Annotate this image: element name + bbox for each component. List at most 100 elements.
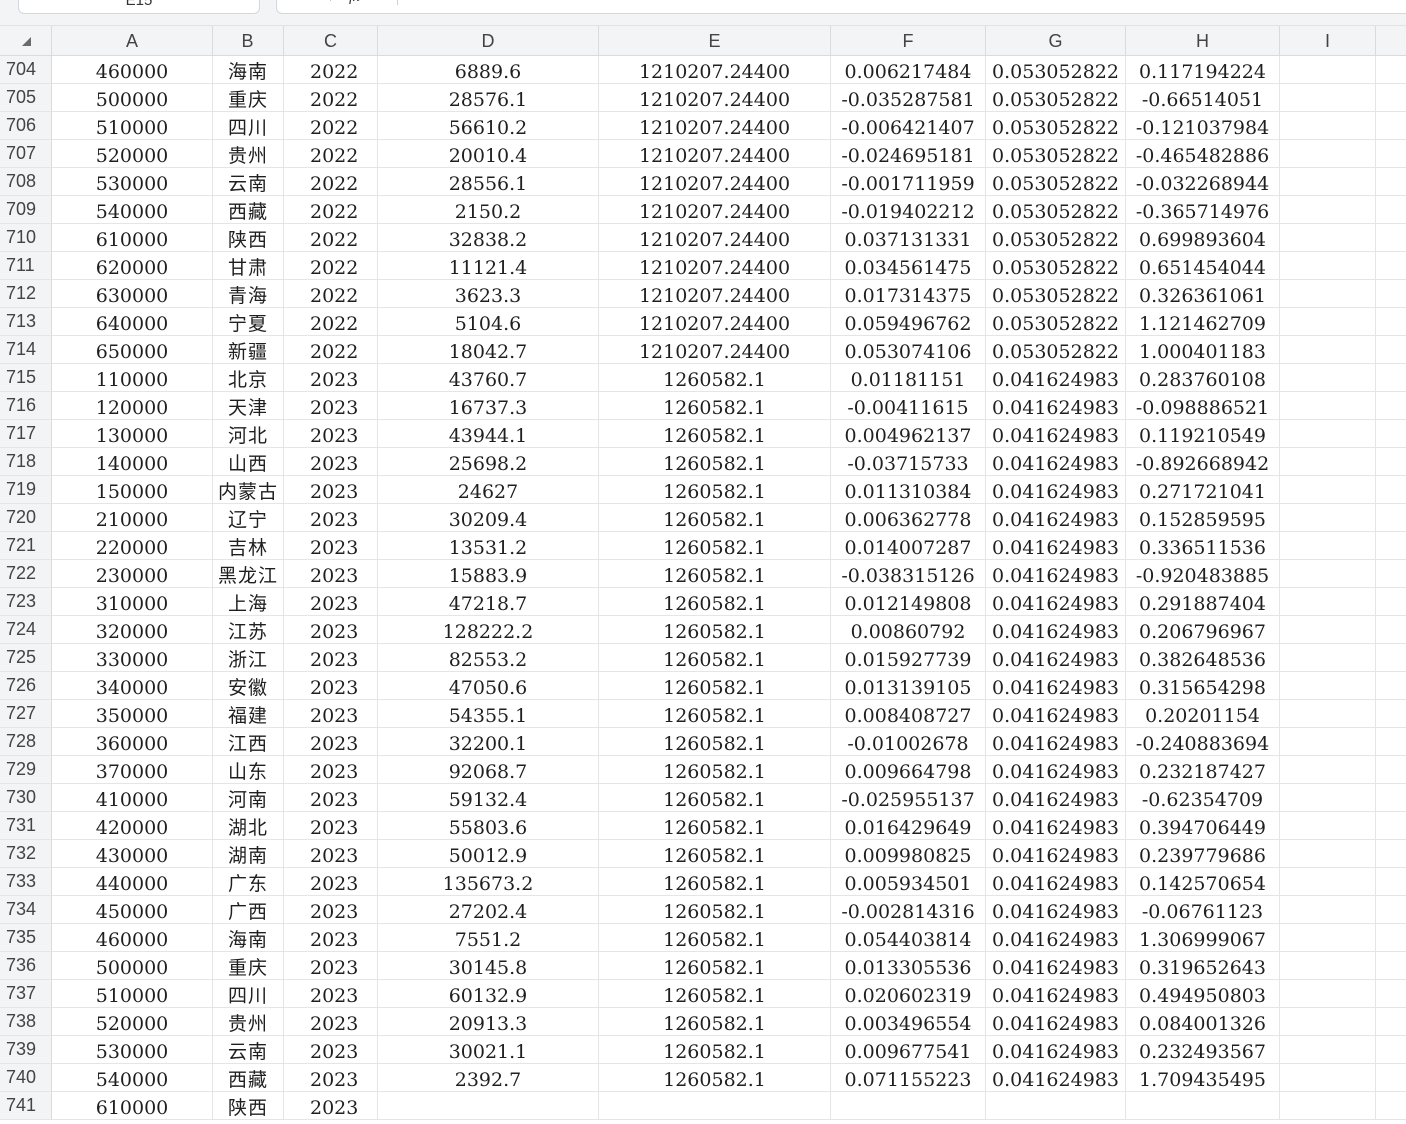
cell-g[interactable]: 0.041624983: [986, 700, 1126, 728]
cell-d[interactable]: 55803.6: [378, 812, 599, 840]
cell-c[interactable]: 2023: [284, 952, 378, 980]
cell-c[interactable]: 2023: [284, 840, 378, 868]
row-header[interactable]: 707: [0, 140, 52, 168]
cell-i[interactable]: [1280, 448, 1376, 476]
cell-a[interactable]: 450000: [52, 896, 213, 924]
cell-j[interactable]: [1376, 1008, 1406, 1036]
cell-b[interactable]: 浙江: [213, 644, 284, 672]
cell-f[interactable]: -0.03715733: [831, 448, 986, 476]
cell-f[interactable]: -0.00411615: [831, 392, 986, 420]
cell-f[interactable]: 0.054403814: [831, 924, 986, 952]
cell-j[interactable]: [1376, 532, 1406, 560]
cell-h[interactable]: -0.365714976: [1126, 196, 1280, 224]
cell-g[interactable]: 0.041624983: [986, 1064, 1126, 1092]
column-header-g[interactable]: G: [986, 26, 1126, 55]
cell-i[interactable]: [1280, 588, 1376, 616]
cell-c[interactable]: 2022: [284, 112, 378, 140]
cell-d[interactable]: 15883.9: [378, 560, 599, 588]
row-header[interactable]: 728: [0, 728, 52, 756]
row-header[interactable]: 712: [0, 280, 52, 308]
select-all-corner[interactable]: [0, 26, 52, 55]
cell-e[interactable]: 1210207.24400: [599, 252, 831, 280]
column-header-h[interactable]: H: [1126, 26, 1280, 55]
cell-d[interactable]: 5104.6: [378, 308, 599, 336]
row-header[interactable]: 719: [0, 476, 52, 504]
cell-g[interactable]: 0.041624983: [986, 364, 1126, 392]
cell-i[interactable]: [1280, 924, 1376, 952]
cell-e[interactable]: 1210207.24400: [599, 308, 831, 336]
cell-i[interactable]: [1280, 840, 1376, 868]
cell-i[interactable]: [1280, 196, 1376, 224]
cell-e[interactable]: 1260582.1: [599, 952, 831, 980]
cell-b[interactable]: 湖北: [213, 812, 284, 840]
cell-h[interactable]: -0.465482886: [1126, 140, 1280, 168]
cell-c[interactable]: 2023: [284, 924, 378, 952]
row-header[interactable]: 721: [0, 532, 52, 560]
row-header[interactable]: 708: [0, 168, 52, 196]
cell-b[interactable]: 海南: [213, 56, 284, 84]
cell-d[interactable]: 24627: [378, 476, 599, 504]
column-header-b[interactable]: B: [213, 26, 284, 55]
cell-a[interactable]: 510000: [52, 112, 213, 140]
cell-h[interactable]: -0.240883694: [1126, 728, 1280, 756]
cell-h[interactable]: -0.62354709: [1126, 784, 1280, 812]
cell-j[interactable]: [1376, 700, 1406, 728]
cell-d[interactable]: 43760.7: [378, 364, 599, 392]
cell-f[interactable]: 0.020602319: [831, 980, 986, 1008]
cell-j[interactable]: [1376, 476, 1406, 504]
cell-j[interactable]: [1376, 868, 1406, 896]
cell-j[interactable]: [1376, 616, 1406, 644]
cell-e[interactable]: 1260582.1: [599, 840, 831, 868]
cell-a[interactable]: 330000: [52, 644, 213, 672]
row-header[interactable]: 722: [0, 560, 52, 588]
cell-f[interactable]: [831, 1092, 986, 1120]
cell-e[interactable]: 1210207.24400: [599, 224, 831, 252]
cell-h[interactable]: 0.119210549: [1126, 420, 1280, 448]
cell-h[interactable]: 0.336511536: [1126, 532, 1280, 560]
cell-a[interactable]: 150000: [52, 476, 213, 504]
row-header[interactable]: 735: [0, 924, 52, 952]
cell-h[interactable]: 0.291887404: [1126, 588, 1280, 616]
cell-b[interactable]: 安徽: [213, 672, 284, 700]
cell-f[interactable]: 0.014007287: [831, 532, 986, 560]
cell-h[interactable]: 0.142570654: [1126, 868, 1280, 896]
cell-b[interactable]: 内蒙古: [213, 476, 284, 504]
column-header-d[interactable]: D: [378, 26, 599, 55]
cell-b[interactable]: 广东: [213, 868, 284, 896]
cell-c[interactable]: 2023: [284, 364, 378, 392]
cell-e[interactable]: [599, 1092, 831, 1120]
row-header[interactable]: 704: [0, 56, 52, 84]
cell-d[interactable]: 54355.1: [378, 700, 599, 728]
cell-e[interactable]: 1260582.1: [599, 896, 831, 924]
cell-i[interactable]: [1280, 560, 1376, 588]
cell-c[interactable]: 2023: [284, 588, 378, 616]
cell-i[interactable]: [1280, 1064, 1376, 1092]
cell-f[interactable]: 0.071155223: [831, 1064, 986, 1092]
cell-a[interactable]: 440000: [52, 868, 213, 896]
row-header[interactable]: 738: [0, 1008, 52, 1036]
cell-i[interactable]: [1280, 280, 1376, 308]
cell-f[interactable]: -0.006421407: [831, 112, 986, 140]
cell-a[interactable]: 320000: [52, 616, 213, 644]
cell-g[interactable]: 0.053052822: [986, 336, 1126, 364]
cell-h[interactable]: 0.152859595: [1126, 504, 1280, 532]
cell-h[interactable]: 0.315654298: [1126, 672, 1280, 700]
cell-e[interactable]: 1260582.1: [599, 504, 831, 532]
cell-c[interactable]: 2023: [284, 728, 378, 756]
cell-i[interactable]: [1280, 252, 1376, 280]
cell-d[interactable]: 30021.1: [378, 1036, 599, 1064]
cell-e[interactable]: 1260582.1: [599, 616, 831, 644]
cell-c[interactable]: 2023: [284, 448, 378, 476]
cell-a[interactable]: 500000: [52, 84, 213, 112]
cell-e[interactable]: 1210207.24400: [599, 168, 831, 196]
cell-b[interactable]: 云南: [213, 1036, 284, 1064]
cell-d[interactable]: 20913.3: [378, 1008, 599, 1036]
cell-i[interactable]: [1280, 140, 1376, 168]
cell-f[interactable]: -0.038315126: [831, 560, 986, 588]
cell-h[interactable]: -0.66514051: [1126, 84, 1280, 112]
cell-j[interactable]: [1376, 896, 1406, 924]
cell-g[interactable]: 0.053052822: [986, 140, 1126, 168]
cell-b[interactable]: 贵州: [213, 1008, 284, 1036]
cell-e[interactable]: 1260582.1: [599, 420, 831, 448]
cell-c[interactable]: 2023: [284, 644, 378, 672]
